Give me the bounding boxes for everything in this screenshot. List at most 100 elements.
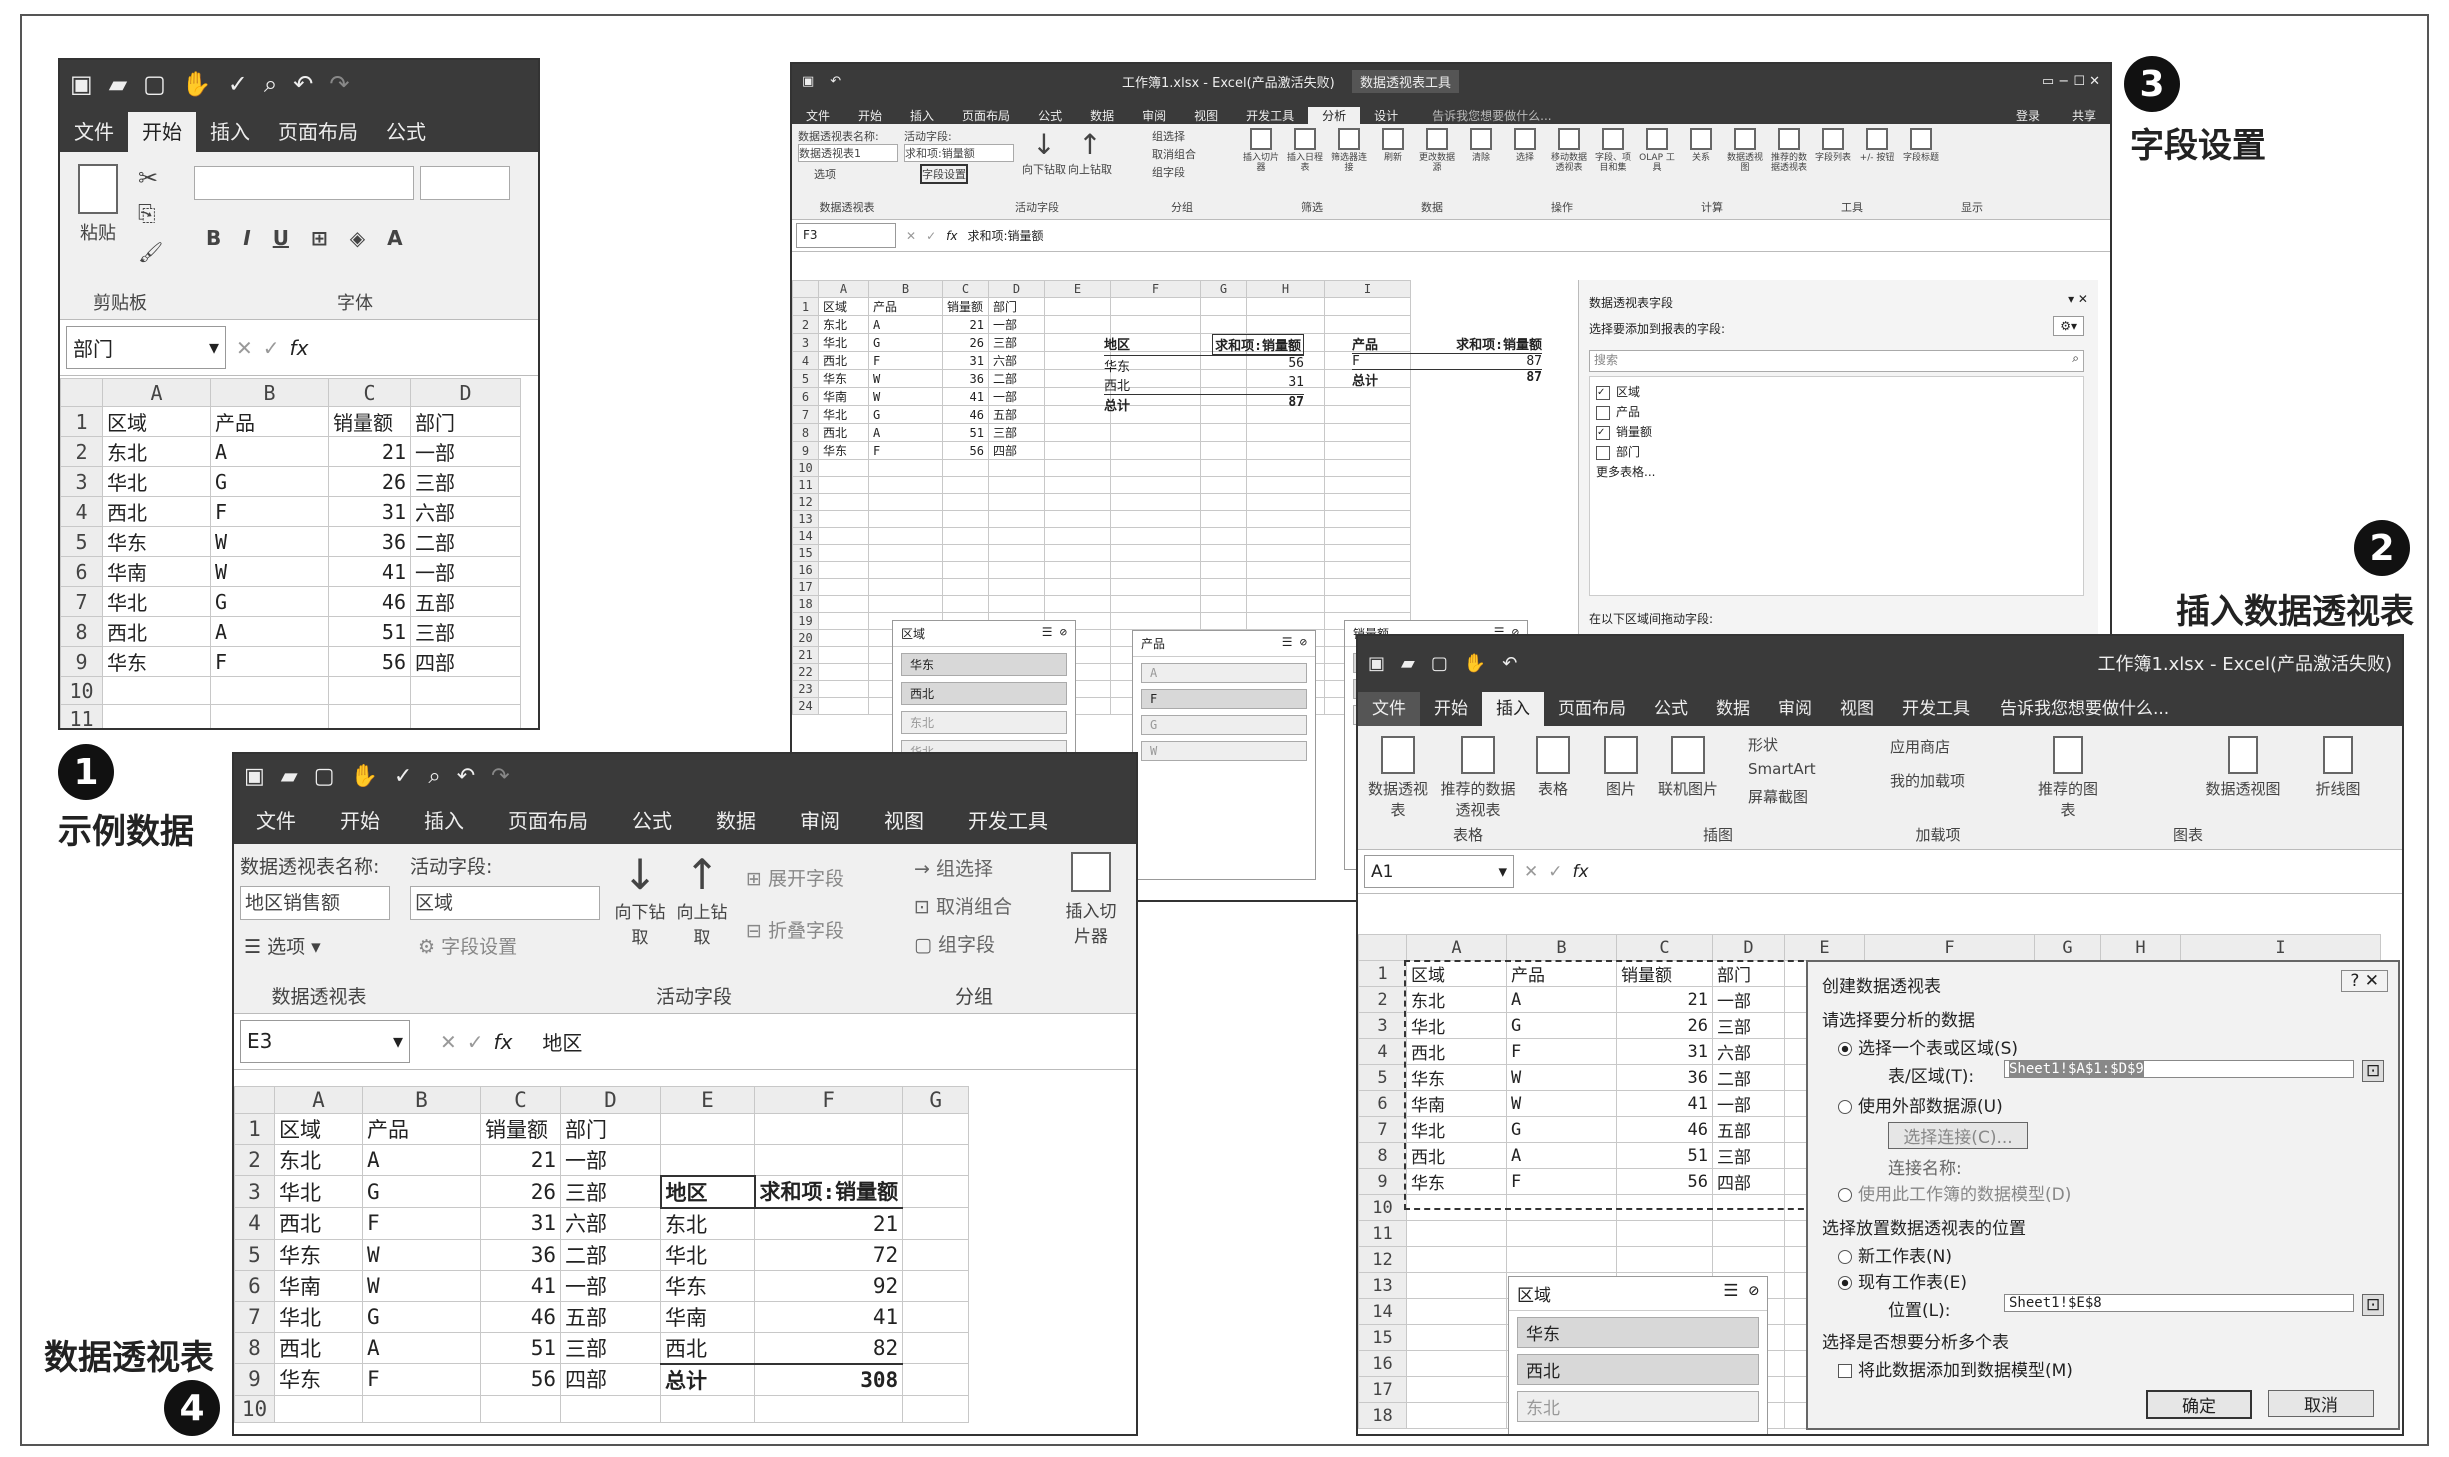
column-header[interactable]: C [328, 378, 411, 407]
tab-page-layout[interactable]: 页面布局 [264, 112, 372, 152]
cell[interactable] [480, 1394, 561, 1423]
cell[interactable] [1044, 423, 1111, 442]
tab-review[interactable]: 审阅 [778, 798, 862, 844]
row-header[interactable]: 15 [1358, 1324, 1407, 1351]
cell[interactable]: 六部 [988, 351, 1045, 370]
cell[interactable]: 部门 [560, 1113, 661, 1145]
row-header[interactable]: 10 [60, 676, 103, 705]
slicer-item[interactable]: 东北 [901, 711, 1067, 734]
cell[interactable] [1044, 405, 1111, 424]
cell[interactable] [818, 612, 869, 630]
ribbon-button[interactable]: 字段列表 [1814, 128, 1852, 173]
cell[interactable] [1246, 476, 1325, 494]
cell[interactable] [988, 561, 1045, 579]
cell[interactable] [1110, 578, 1201, 596]
cell[interactable]: 21 [480, 1144, 561, 1176]
column-header[interactable]: C [1616, 934, 1713, 961]
cell[interactable]: 华南 [274, 1269, 363, 1302]
tab-insert[interactable]: 插入 [1482, 692, 1544, 726]
row-header[interactable]: 20 [792, 629, 819, 647]
cell[interactable]: 华北 [274, 1175, 363, 1208]
ribbon-button[interactable]: 数据透视图 [1726, 128, 1764, 173]
row-header[interactable]: 8 [1358, 1142, 1407, 1169]
row-header[interactable]: 16 [1358, 1350, 1407, 1377]
ribbon-button[interactable]: +/- 按钮 [1858, 128, 1896, 173]
column-header[interactable]: G [2034, 934, 2101, 961]
cell[interactable] [902, 1113, 970, 1145]
tab-view[interactable]: 视图 [862, 798, 946, 844]
cell[interactable] [818, 527, 869, 545]
row-header[interactable]: 8 [792, 423, 819, 442]
cell[interactable]: 西北 [102, 496, 211, 527]
tab-file[interactable]: 文件 [1358, 692, 1420, 726]
cell[interactable] [868, 595, 943, 613]
row-header[interactable]: 22 [792, 663, 819, 681]
cell[interactable] [1200, 561, 1247, 579]
cell[interactable] [1324, 315, 1411, 334]
row-header[interactable]: 12 [1358, 1246, 1407, 1273]
cancel-icon[interactable]: ✕ [236, 336, 253, 360]
redo-icon[interactable]: ↷ [329, 70, 349, 98]
cell[interactable] [942, 527, 989, 545]
select-all-corner[interactable] [792, 280, 819, 298]
cell[interactable] [362, 1394, 481, 1423]
cell[interactable]: 31 [942, 351, 989, 370]
ribbon-button[interactable]: 字段标题 [1902, 128, 1940, 173]
cell[interactable]: 51 [942, 423, 989, 442]
tab-insert[interactable]: 插入 [896, 107, 948, 124]
open-icon[interactable]: ▰ [109, 70, 127, 98]
cell[interactable]: 31 [328, 496, 411, 527]
cell[interactable]: G [362, 1175, 481, 1208]
cell[interactable] [1324, 493, 1411, 511]
row-header[interactable]: 13 [792, 510, 819, 528]
cell[interactable] [753, 1394, 904, 1423]
column-header[interactable]: H [2100, 934, 2181, 961]
tab-page-layout[interactable]: 页面布局 [486, 798, 610, 844]
ribbon-button[interactable]: 插入切片器 [1242, 128, 1280, 173]
pivot-row-label[interactable]: 西北 [660, 1331, 755, 1364]
cell[interactable] [1044, 297, 1111, 316]
cell[interactable] [942, 595, 989, 613]
row-header[interactable]: 3 [792, 333, 819, 352]
pivot-value[interactable]: 41 [753, 1300, 904, 1333]
cell[interactable] [868, 561, 943, 579]
cancel-button[interactable]: 取消 [2268, 1390, 2374, 1417]
cell[interactable]: 46 [480, 1300, 561, 1333]
row-header[interactable]: 18 [1358, 1402, 1407, 1429]
cell[interactable] [1324, 459, 1411, 477]
select-all-corner[interactable] [1358, 934, 1407, 961]
column-header[interactable]: I [1324, 280, 1411, 298]
tab-view[interactable]: 视图 [1826, 692, 1888, 726]
cell[interactable] [902, 1363, 970, 1396]
field-settings-button[interactable]: 字段设置 [920, 164, 968, 184]
cell[interactable] [753, 1113, 904, 1145]
cell[interactable]: 三部 [560, 1331, 661, 1364]
cell[interactable] [1324, 510, 1411, 528]
cell[interactable]: W [362, 1269, 481, 1302]
cell[interactable] [942, 544, 989, 562]
cell[interactable] [1044, 369, 1111, 388]
cell[interactable]: G [868, 405, 943, 424]
cell[interactable] [942, 493, 989, 511]
cell[interactable]: 华南 [818, 387, 869, 406]
cell[interactable] [1406, 1246, 1507, 1273]
name-box[interactable]: 部门 ▾ [66, 326, 226, 369]
paste-button[interactable]: 粘贴 [70, 164, 126, 245]
cell[interactable]: 部门 [410, 406, 521, 437]
row-header[interactable]: 6 [1358, 1090, 1407, 1117]
cell[interactable]: 一部 [988, 387, 1045, 406]
cell[interactable] [988, 527, 1045, 545]
row-header[interactable]: 5 [1358, 1064, 1407, 1091]
cell[interactable] [1506, 1246, 1617, 1273]
row-header[interactable]: 2 [1358, 986, 1407, 1013]
cell[interactable]: 华北 [818, 333, 869, 352]
cell[interactable] [868, 476, 943, 494]
cell[interactable] [210, 676, 329, 705]
cell[interactable] [1044, 595, 1111, 613]
cell[interactable] [410, 676, 521, 705]
field-search-input[interactable]: 搜索 ⌕ [1589, 350, 2084, 372]
cell[interactable]: 产品 [210, 406, 329, 437]
cell[interactable] [818, 663, 869, 681]
cell[interactable] [1406, 1324, 1507, 1351]
cell[interactable] [818, 646, 869, 664]
